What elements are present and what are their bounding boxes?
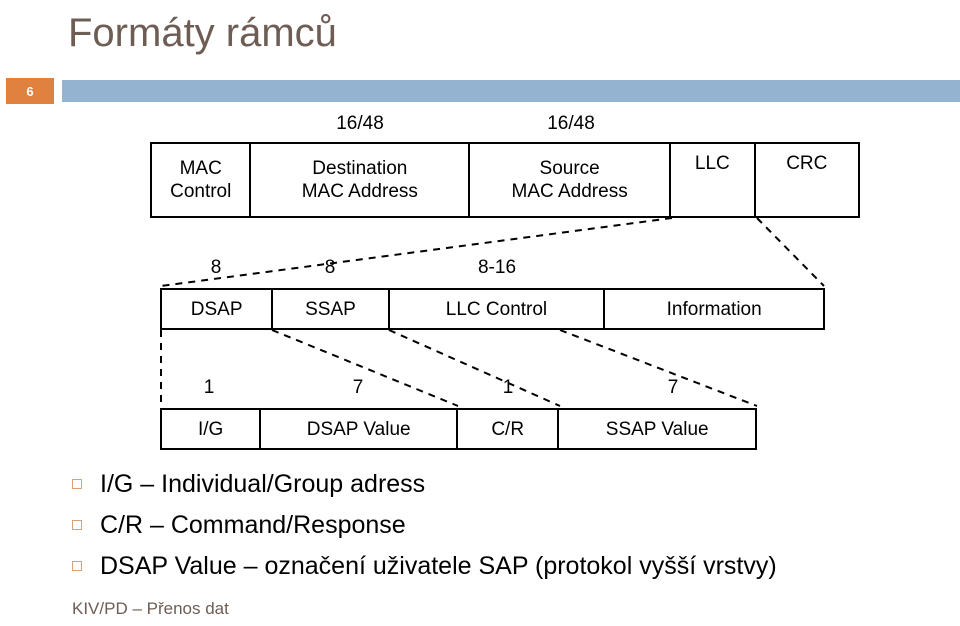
- square-bullet-icon: [72, 520, 82, 530]
- cell-line: DSAP Value: [306, 418, 411, 440]
- slide-header-bar: 6: [0, 78, 960, 104]
- list-item-label: I/G – Individual/Group adress: [100, 470, 426, 498]
- frame-cell-mac-control: MAC Control: [152, 144, 252, 216]
- slide-number-badge: 6: [6, 78, 54, 104]
- frame-cell-destination-mac-address: Destination MAC Address: [251, 144, 471, 216]
- cell-line: MAC: [179, 158, 222, 179]
- cell-line: SSAP: [305, 298, 356, 320]
- frame-cell-source-mac-address: Source MAC Address: [470, 144, 672, 216]
- list-item-label: C/R – Command/Response: [100, 511, 406, 539]
- size-label-source-mac-address: 16/48: [547, 113, 595, 134]
- cell-line: C/R: [491, 418, 525, 440]
- slide-footer: KIV/PD – Přenos dat: [72, 599, 229, 618]
- cell-line: CRC: [786, 153, 828, 174]
- frame-cell-llc: LLC: [671, 144, 756, 216]
- cell-line: Destination: [312, 158, 408, 179]
- frame-cell-dsap: DSAP: [162, 290, 274, 328]
- frame-cell-ig: I/G: [162, 410, 262, 448]
- cell-line: MAC Address: [301, 181, 418, 202]
- list-item: DSAP Value – označení uživatele SAP (pro…: [72, 550, 952, 582]
- size-label-ig: 1: [203, 377, 215, 398]
- connector-dsap-right: [271, 329, 459, 407]
- frame-cell-llc-control: LLC Control: [390, 290, 606, 328]
- size-label-destination-mac-address: 16/48: [336, 113, 384, 134]
- square-bullet-icon: [72, 561, 82, 571]
- frame-cell-information: Information: [605, 290, 823, 328]
- size-label-ssap: 8: [324, 257, 336, 278]
- size-label-cr: 1: [502, 377, 514, 398]
- size-label-dsap-value: 7: [352, 377, 364, 398]
- cell-line: LLC: [694, 153, 730, 174]
- header-rule: [62, 80, 960, 102]
- cell-line: Information: [666, 298, 762, 320]
- frame-cell-dsap-value: DSAP Value: [261, 410, 459, 448]
- bullet-list: I/G – Individual/Group adress C/R – Comm…: [72, 468, 952, 591]
- cell-line: Source: [539, 158, 600, 179]
- square-bullet-icon: [72, 479, 82, 489]
- page-title: Formáty rámců: [68, 11, 337, 55]
- frame-cell-ssap-value: SSAP Value: [559, 410, 755, 448]
- cell-line: DSAP: [190, 298, 243, 320]
- size-label-ssap-value: 7: [667, 377, 679, 398]
- list-item-label: DSAP Value – označení uživatele SAP (pro…: [100, 552, 777, 580]
- connector-llc-left: [160, 217, 673, 287]
- list-item: I/G – Individual/Group adress: [72, 468, 952, 500]
- size-label-dsap: 8: [210, 257, 222, 278]
- frame-cell-ssap: SSAP: [273, 290, 390, 328]
- connector-ssap-right: [559, 329, 758, 407]
- cell-line: LLC Control: [445, 298, 548, 320]
- frame-row-llc: DSAP SSAP LLC Control Information: [160, 288, 825, 330]
- list-item: C/R – Command/Response: [72, 509, 952, 541]
- frame-cell-crc: CRC: [756, 144, 858, 216]
- cell-line: SSAP Value: [605, 418, 709, 440]
- size-label-llc-control: 8-16: [477, 257, 517, 278]
- cell-line: MAC Address: [511, 181, 628, 202]
- frame-cell-cr: C/R: [458, 410, 560, 448]
- cell-line: Control: [170, 181, 232, 202]
- connector-llc-right: [756, 217, 825, 287]
- frame-row-sap: I/G DSAP Value C/R SSAP Value: [160, 408, 757, 450]
- connector-ssap-left: [388, 329, 561, 407]
- cell-line: I/G: [198, 418, 224, 440]
- frame-row-mac: MAC Control Destination MAC Address Sour…: [150, 142, 860, 218]
